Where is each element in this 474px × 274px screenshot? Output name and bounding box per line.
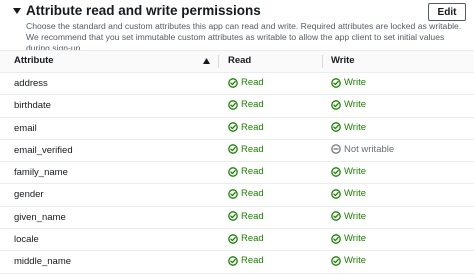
read-status: Read [228,255,264,266]
read-status: Read [228,144,264,155]
table-header: Attribute Read Write [0,50,474,73]
check-circle-icon [331,211,341,222]
check-circle-icon [228,99,238,110]
check-circle-icon [228,144,238,155]
caret-down-icon[interactable] [12,6,22,16]
read-status: Read [228,233,264,244]
write-status: Write [331,122,366,133]
attribute-name: email [14,122,37,134]
column-divider [322,55,323,68]
read-status-label: Read [241,99,264,111]
write-status-label: Write [344,188,366,200]
sort-ascending-icon[interactable] [203,58,210,64]
read-status-label: Read [241,166,264,178]
read-status: Read [228,77,264,88]
table-row: gender Read Write [0,184,474,207]
read-status: Read [228,188,264,199]
attribute-name: email_verified [14,144,73,156]
write-status: Write [331,166,366,177]
read-status: Read [228,122,264,133]
attribute-name: gender [14,189,44,201]
read-status: Read [228,99,264,110]
read-status-label: Read [241,143,264,155]
table-row: locale Read Write [0,229,474,252]
column-divider [218,55,219,68]
check-circle-icon [331,189,341,199]
column-header-write[interactable]: Write [331,55,355,66]
write-status-label: Write [344,121,366,133]
read-status-label: Read [241,255,264,267]
check-circle-icon [228,233,238,244]
attributes-table: Attribute Read Write address Read Write bir… [0,50,474,274]
check-circle-icon [331,122,341,132]
column-header-attribute[interactable]: Attribute [14,55,54,66]
table-row: address Read Write [0,73,474,96]
edit-button[interactable]: Edit [428,3,466,21]
check-circle-icon [331,166,341,177]
check-circle-icon [228,211,238,222]
write-status: Write [331,211,366,222]
write-status: Write [331,99,366,110]
write-status-label: Write [344,233,366,245]
attribute-name: family_name [14,167,68,179]
attribute-name: birthdate [14,100,51,112]
write-status: Not writable [331,144,394,155]
table-row: email_verified Read Not writable [0,140,474,163]
table-row: email Read Write [0,118,474,140]
write-status: Write [331,233,366,244]
attribute-name: address [14,78,48,89]
attribute-name: middle_name [14,256,72,268]
check-circle-icon [228,166,238,177]
table-row: birthdate Read Write [0,95,474,118]
table-row: given_name Read Write [0,207,474,230]
write-status: Write [331,255,366,266]
panel-header: Attribute read and write permissions Cho… [0,0,474,53]
write-status-label: Not writable [344,143,395,155]
write-status: Write [331,77,366,88]
read-status-label: Read [241,77,264,88]
read-status-label: Read [241,233,264,245]
check-circle-icon [331,256,341,266]
write-status-label: Write [344,210,366,222]
attribute-name: locale [14,234,39,246]
check-circle-icon [228,256,238,266]
check-circle-icon [331,99,341,110]
read-status-label: Read [241,121,264,133]
attribute-name: given_name [14,211,66,223]
check-circle-icon [331,77,341,88]
write-status: Write [331,188,366,199]
write-status-label: Write [344,166,366,178]
check-circle-icon [331,233,341,244]
write-status-label: Write [344,255,366,267]
panel-title[interactable]: Attribute read and write permissions [26,3,261,18]
check-circle-icon [228,122,238,132]
check-circle-icon [228,189,238,199]
read-status: Read [228,166,264,177]
table-body: address Read Write birthdate Read Write email R… [0,73,474,274]
table-row: family_name Read Write [0,162,474,185]
read-status: Read [228,211,264,222]
write-status-label: Write [344,99,366,111]
read-status-label: Read [241,188,264,200]
dash-circle-icon [331,144,341,155]
column-header-read[interactable]: Read [228,55,251,66]
read-status-label: Read [241,210,264,222]
check-circle-icon [228,77,238,88]
write-status-label: Write [344,77,366,88]
